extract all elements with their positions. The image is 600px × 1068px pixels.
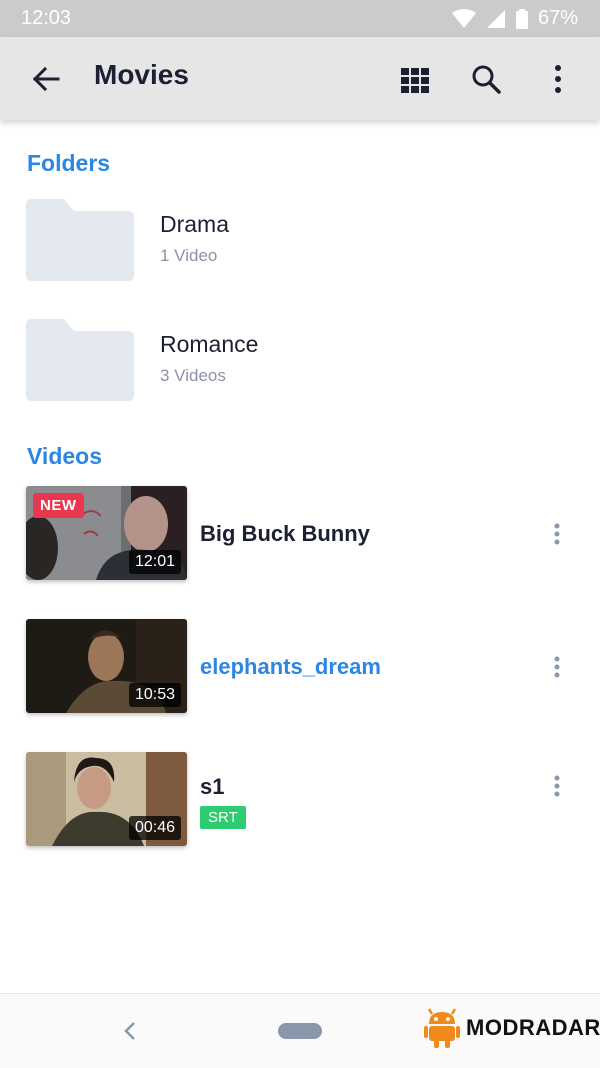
nav-home-pill[interactable]: [278, 1023, 322, 1039]
signal-icon: [486, 9, 505, 28]
watermark: MODRADAR: [424, 1008, 600, 1048]
status-bar: 12:03 67%: [0, 0, 600, 37]
folder-icon: [26, 319, 134, 401]
more-vert-icon[interactable]: [552, 522, 562, 546]
folder-item[interactable]: Drama 1 Video: [26, 199, 586, 281]
folder-icon: [26, 199, 134, 281]
video-item[interactable]: 00:46 s1 SRT: [26, 752, 578, 847]
android-robot-icon: [424, 1008, 460, 1048]
more-vert-icon[interactable]: [552, 774, 562, 798]
video-thumbnail[interactable]: NEW 12:01: [26, 486, 187, 580]
status-time: 12:03: [21, 7, 72, 29]
nav-back-icon[interactable]: [120, 1020, 140, 1042]
folder-video-count: 1 Video: [160, 246, 218, 265]
video-item[interactable]: 10:53 elephants_dream: [26, 619, 578, 714]
folder-video-count: 3 Videos: [160, 366, 226, 385]
video-title: Big Buck Bunny: [200, 521, 370, 546]
watermark-text: MODRADAR: [466, 1015, 600, 1040]
video-duration: 10:53: [128, 683, 181, 707]
grid-view-icon[interactable]: [398, 62, 432, 96]
status-icons: 67%: [451, 7, 578, 30]
folders-section-title: Folders: [27, 150, 111, 176]
video-title: s1: [200, 774, 225, 799]
videos-section-title: Videos: [27, 443, 102, 469]
new-badge: NEW: [33, 493, 84, 518]
battery-percent: 67%: [537, 7, 578, 29]
video-thumbnail[interactable]: 00:46: [26, 752, 187, 846]
folder-name: Romance: [160, 331, 259, 357]
battery-icon: [515, 8, 528, 29]
arrow-back-icon[interactable]: [28, 61, 64, 97]
search-icon[interactable]: [468, 61, 504, 97]
page-title: Movies: [94, 59, 189, 90]
video-title: elephants_dream: [200, 654, 381, 679]
more-vert-icon[interactable]: [552, 655, 562, 679]
video-item[interactable]: NEW 12:01 Big Buck Bunny: [26, 486, 578, 581]
folder-item[interactable]: Romance 3 Videos: [26, 319, 586, 401]
video-thumbnail[interactable]: 10:53: [26, 619, 187, 713]
video-duration: 12:01: [128, 550, 181, 574]
folder-name: Drama: [160, 211, 230, 237]
srt-badge: SRT: [200, 806, 246, 829]
video-duration: 00:46: [128, 816, 181, 840]
more-vert-icon[interactable]: [546, 61, 570, 97]
app-bar: Movies: [0, 37, 600, 120]
wifi-icon: [451, 8, 476, 28]
system-nav-bar: MODRADAR: [0, 993, 600, 1068]
